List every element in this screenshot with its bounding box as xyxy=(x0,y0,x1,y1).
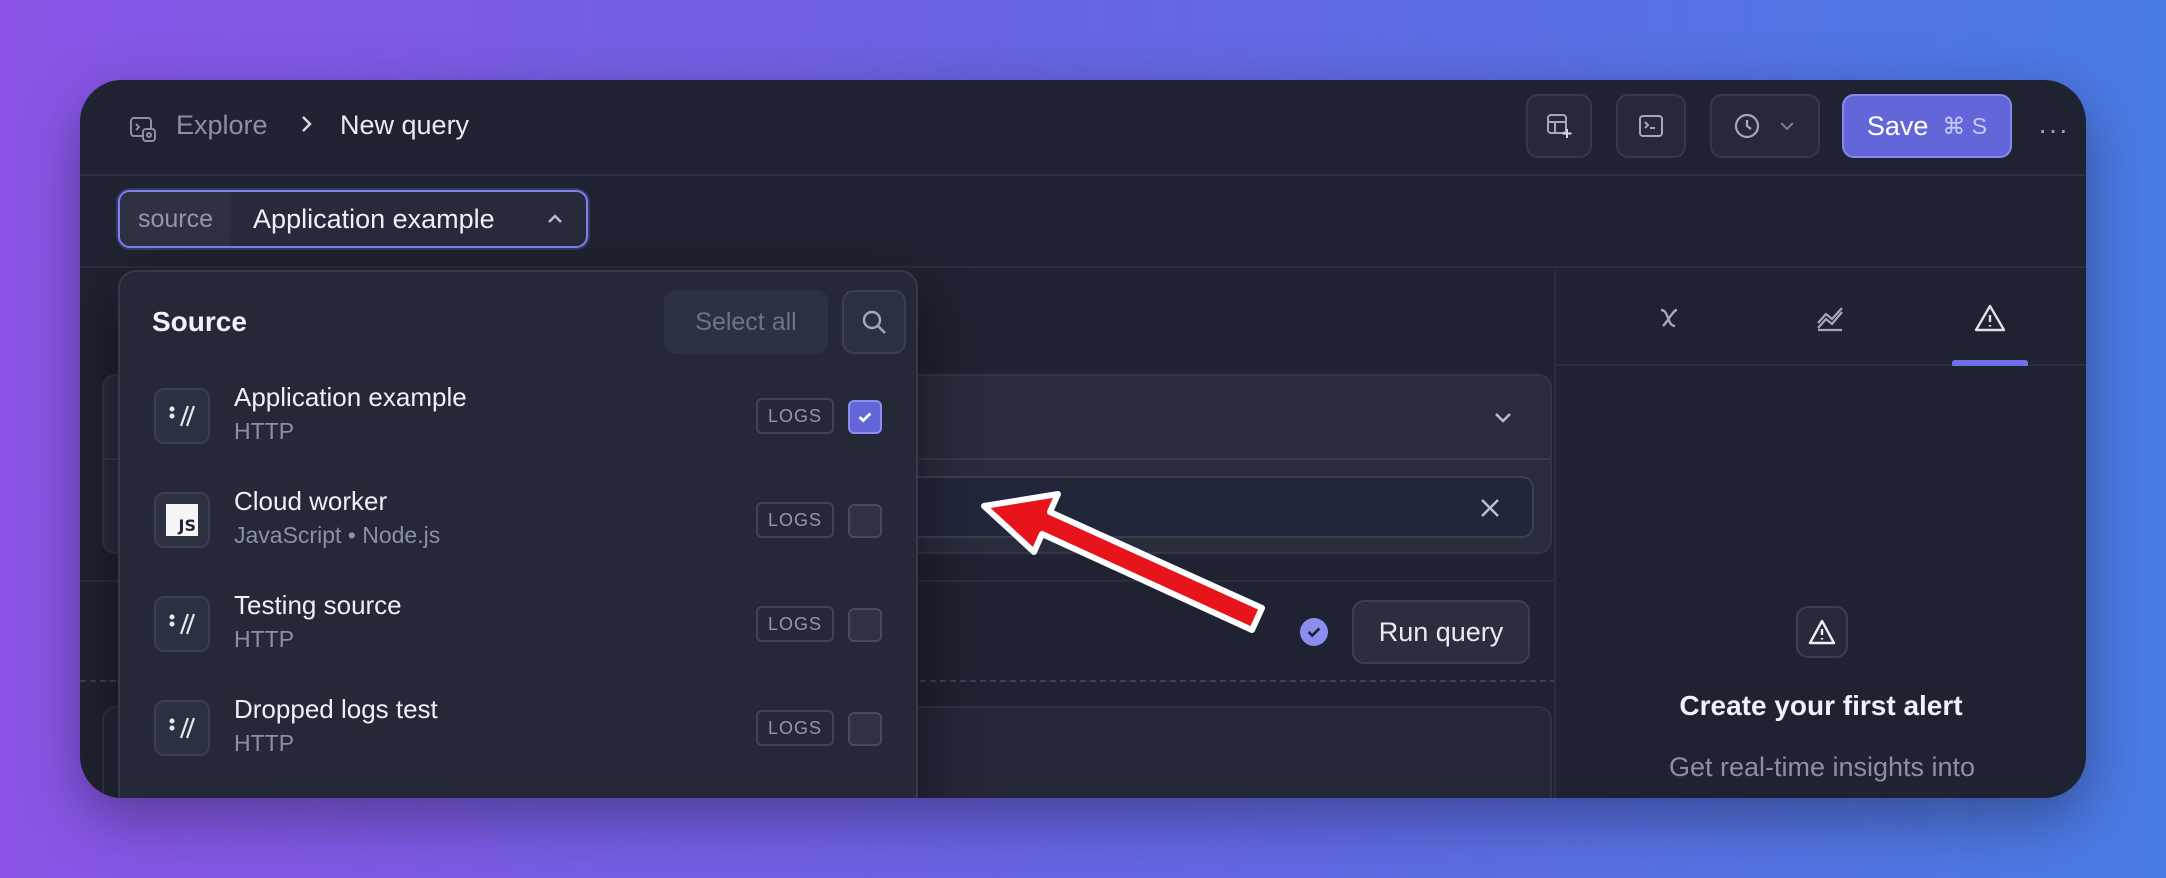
checkmark-icon xyxy=(858,412,872,423)
variables-icon xyxy=(1660,308,1678,328)
chevron-right-icon xyxy=(302,116,312,132)
query-valid-icon xyxy=(1300,618,1328,646)
alert-icon xyxy=(1974,304,2006,332)
source-checkbox[interactable] xyxy=(848,712,882,746)
chevron-up-icon xyxy=(548,214,562,223)
source-filter-value: Application example xyxy=(253,203,495,234)
tab-chart[interactable] xyxy=(1792,294,1868,342)
chevron-down-icon xyxy=(1780,122,1794,131)
dropdown-title: Source xyxy=(152,306,247,337)
dropdown-search-button[interactable] xyxy=(842,290,906,354)
source-name: Dropped logs test xyxy=(234,694,438,724)
active-tab-indicator xyxy=(1952,360,2028,366)
right-panel: Create your first alert Get real-time in… xyxy=(1554,270,2086,798)
save-shortcut: ⌘ S xyxy=(1942,112,1988,139)
tab-alerts[interactable] xyxy=(1952,294,2028,342)
add-view-button[interactable] xyxy=(1526,94,1592,158)
alert-icon xyxy=(1808,619,1836,645)
save-button[interactable]: Save ⌘ S xyxy=(1842,94,2012,158)
source-dropdown: Source Select all Application example HT… xyxy=(118,270,918,798)
logs-badge: LOGS xyxy=(756,398,835,434)
source-filter-key: source xyxy=(120,192,232,246)
source-name: Application example xyxy=(234,382,467,412)
source-item-testing-source[interactable]: Testing source HTTP LOGS xyxy=(120,580,916,684)
app-window: Explore New query Save ⌘ S ··· source Ap… xyxy=(80,80,2086,798)
annotation-arrow-icon xyxy=(981,491,1265,633)
terminal-icon xyxy=(1639,115,1663,137)
save-label: Save xyxy=(1866,110,1929,141)
add-view-icon xyxy=(1547,114,1572,138)
close-icon[interactable] xyxy=(1476,494,1504,522)
source-checkbox[interactable] xyxy=(848,400,882,434)
run-query-button[interactable]: Run query xyxy=(1352,600,1530,664)
js-icon: JS xyxy=(154,492,210,548)
select-all-button[interactable]: Select all xyxy=(664,290,828,354)
chevron-down-icon xyxy=(1495,413,1511,423)
http-icon xyxy=(154,388,210,444)
breadcrumb-current: New query xyxy=(340,110,470,140)
time-range-button[interactable] xyxy=(1710,94,1820,158)
http-icon xyxy=(154,596,210,652)
source-item-application-example[interactable]: Application example HTTP LOGS xyxy=(120,372,916,476)
top-bar: Explore New query Save ⌘ S ··· xyxy=(80,80,2086,176)
source-filter-pill[interactable]: source Application example xyxy=(118,190,588,248)
logs-badge: LOGS xyxy=(756,710,835,746)
clock-icon xyxy=(1734,113,1760,139)
source-name: Testing source xyxy=(234,590,402,620)
query-filter-row: source Application example xyxy=(80,176,2086,268)
explore-icon xyxy=(130,117,156,142)
empty-state-title: Create your first alert xyxy=(1679,690,1963,721)
alert-empty-icon xyxy=(1796,606,1848,658)
http-icon xyxy=(154,700,210,756)
source-checkbox[interactable] xyxy=(848,504,882,538)
source-name: Cloud worker xyxy=(234,486,388,516)
source-list: Application example HTTP LOGS JS Cloud w… xyxy=(120,372,916,788)
source-item-cloud-worker[interactable]: JS Cloud worker JavaScript • Node.js LOG… xyxy=(120,476,916,580)
source-checkbox[interactable] xyxy=(848,608,882,642)
logs-badge: LOGS xyxy=(756,606,835,642)
source-platform: HTTP xyxy=(234,730,295,756)
chart-icon xyxy=(1817,307,1843,332)
logs-badge: LOGS xyxy=(756,502,835,538)
breadcrumb-explore[interactable]: Explore xyxy=(176,110,268,141)
source-platform: HTTP xyxy=(234,418,295,444)
source-platform: HTTP xyxy=(234,626,295,652)
search-icon xyxy=(862,310,886,334)
empty-state-description: Get real-time insights into how your dat… xyxy=(1668,752,1976,798)
source-item-dropped-logs-test[interactable]: Dropped logs test HTTP LOGS xyxy=(120,684,916,788)
more-options-button[interactable]: ··· xyxy=(2038,114,2069,146)
tab-variables[interactable] xyxy=(1632,294,1708,342)
right-panel-tabs xyxy=(1556,270,2086,366)
source-platform: JavaScript • Node.js xyxy=(234,522,441,548)
sql-mode-button[interactable] xyxy=(1616,94,1686,158)
